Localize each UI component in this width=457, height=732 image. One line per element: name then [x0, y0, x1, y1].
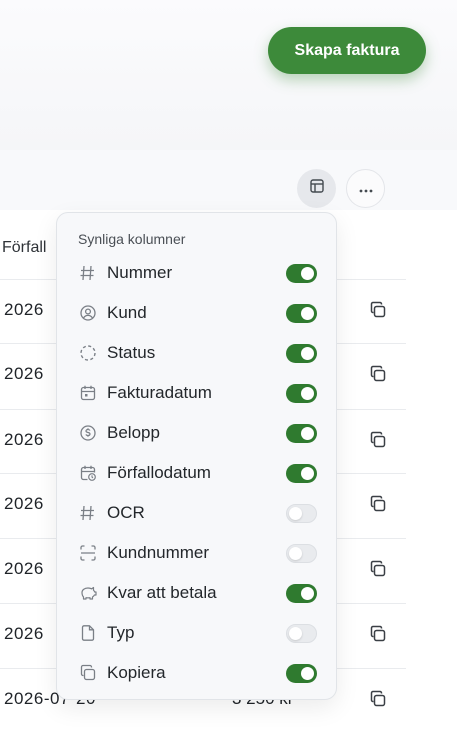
column-option-fakturadatum[interactable]: Fakturadatum [57, 378, 336, 408]
copy-icon[interactable] [369, 495, 389, 515]
toggle-knob [301, 346, 314, 360]
column-option-label: Belopp [107, 423, 160, 442]
column-option-label: OCR [107, 503, 145, 522]
table-row-due-date: 2026 [4, 364, 44, 383]
hash-icon [78, 263, 98, 283]
column-visibility-toggle[interactable] [286, 503, 317, 523]
column-visibility-toggle[interactable] [286, 263, 317, 283]
toggle-knob [301, 306, 314, 320]
copy-icon[interactable] [369, 431, 389, 451]
column-option-nummer[interactable]: Nummer [57, 258, 336, 288]
column-option-typ[interactable]: Typ [57, 618, 336, 648]
column-option-label: Kvar att betala [107, 583, 217, 602]
column-option-kopiera[interactable]: Kopiera [57, 658, 336, 688]
dollar-circle-icon [78, 423, 98, 443]
due-date-column-header[interactable]: Förfall [2, 239, 46, 257]
toggle-knob [289, 506, 302, 520]
table-row-due-date: 2026 [4, 300, 44, 319]
columns-toggle-button[interactable] [297, 169, 336, 208]
piggy-bank-icon [78, 583, 98, 603]
copy-icon[interactable] [369, 301, 389, 321]
column-visibility-toggle[interactable] [286, 623, 317, 643]
column-visibility-toggle[interactable] [286, 343, 317, 363]
table-row-due-date: 2026 [4, 559, 44, 578]
column-option-label: Kund [107, 303, 147, 322]
create-invoice-label: Skapa faktura [294, 41, 400, 59]
copy-icon[interactable] [369, 690, 389, 710]
column-visibility-toggle[interactable] [286, 543, 317, 563]
calendar-icon [78, 383, 98, 403]
table-row-due-date: 2026 [4, 494, 44, 513]
more-horizontal-icon [359, 180, 373, 198]
toggle-knob [301, 266, 314, 280]
toggle-knob [289, 546, 302, 560]
column-visibility-toggle[interactable] [286, 383, 317, 403]
copy-icon[interactable] [369, 365, 389, 385]
toggle-knob [301, 586, 314, 600]
column-option-label: Kopiera [107, 663, 166, 682]
column-option-label: Kundnummer [107, 543, 210, 562]
toggle-knob [301, 666, 314, 680]
column-visibility-toggle[interactable] [286, 463, 317, 483]
table-icon [309, 179, 324, 198]
more-options-button[interactable] [346, 169, 385, 208]
column-option-label: Förfallodatum [107, 463, 211, 482]
dashed-circle-icon [78, 343, 98, 363]
menu-title: Synliga kolumner [78, 231, 186, 247]
scan-icon [78, 543, 98, 563]
toggle-knob [301, 466, 314, 480]
page-header [0, 0, 457, 150]
file-icon [78, 623, 98, 643]
toggle-knob [301, 386, 314, 400]
table-row-due-date: 2026 [4, 430, 44, 449]
column-visibility-toggle[interactable] [286, 663, 317, 683]
table-row-due-date: 2026 [4, 624, 44, 643]
column-visibility-toggle[interactable] [286, 303, 317, 323]
user-circle-icon [78, 303, 98, 323]
toggle-knob [301, 426, 314, 440]
column-option-label: Fakturadatum [107, 383, 212, 402]
copy-icon[interactable] [369, 560, 389, 580]
column-option-kundnummer[interactable]: Kundnummer [57, 538, 336, 568]
column-option-label: Typ [107, 623, 135, 642]
calendar-clock-icon [78, 463, 98, 483]
column-option-ocr[interactable]: OCR [57, 498, 336, 528]
column-visibility-toggle[interactable] [286, 583, 317, 603]
column-option-belopp[interactable]: Belopp [57, 418, 336, 448]
column-option-kund[interactable]: Kund [57, 298, 336, 328]
column-option-status[interactable]: Status [57, 338, 336, 368]
create-invoice-button[interactable]: Skapa faktura [268, 27, 426, 74]
column-option-label: Status [107, 343, 156, 362]
visible-columns-menu: Synliga kolumner Nummer Kund Status Faktura… [56, 212, 337, 700]
column-option-kvar-att-betala[interactable]: Kvar att betala [57, 578, 336, 608]
column-visibility-toggle[interactable] [286, 423, 317, 443]
column-option-label: Nummer [107, 263, 173, 282]
hash-icon [78, 503, 98, 523]
column-option-frfallodatum[interactable]: Förfallodatum [57, 458, 336, 488]
copy-icon [78, 663, 98, 683]
toggle-knob [289, 626, 302, 640]
copy-icon[interactable] [369, 625, 389, 645]
